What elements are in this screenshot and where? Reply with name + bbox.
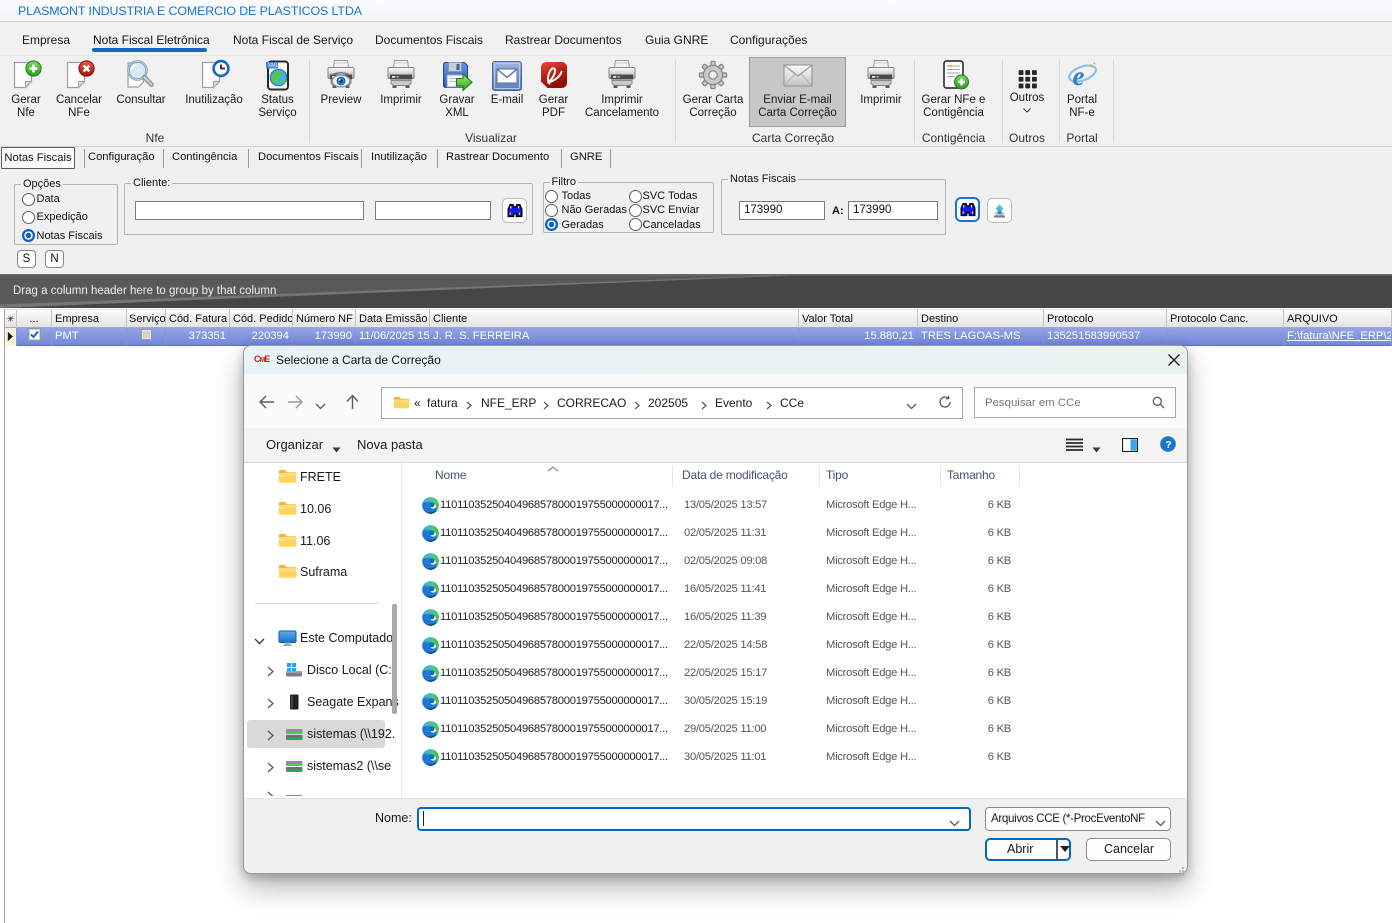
- svg-text:?: ?: [1165, 439, 1171, 451]
- svg-text:XML: XML: [267, 63, 278, 69]
- svg-text:e: e: [1073, 61, 1085, 91]
